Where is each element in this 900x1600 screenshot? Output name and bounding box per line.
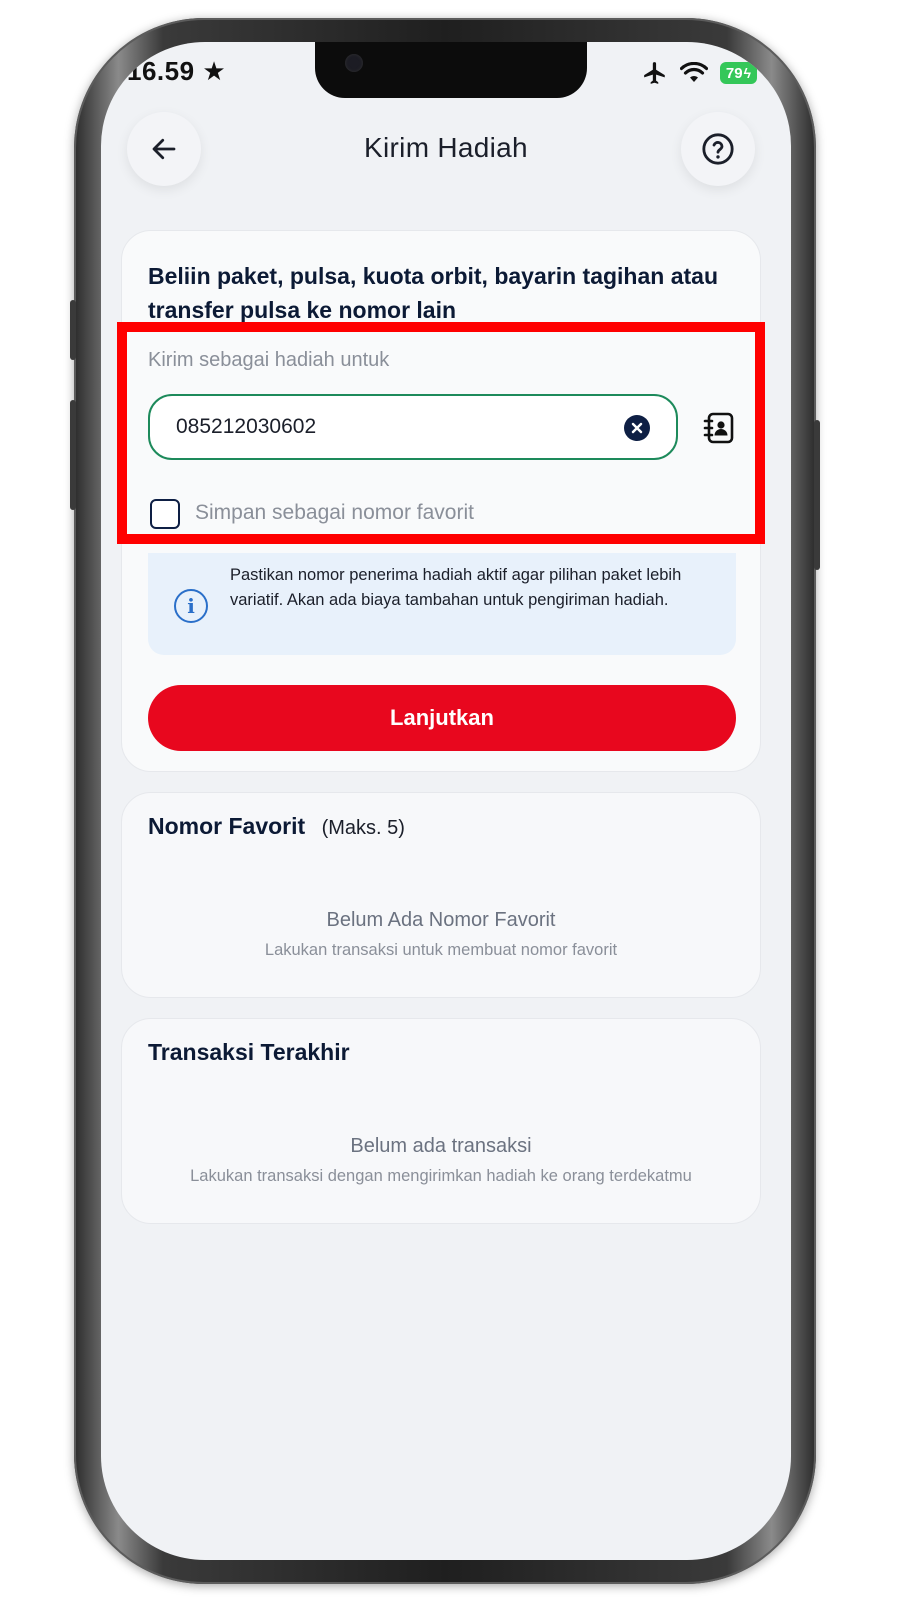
clear-icon[interactable] (624, 415, 650, 441)
save-favorite-label[interactable]: Simpan sebagai nomor favorit (195, 501, 474, 525)
transactions-empty-desc: Lakukan transaksi dengan mengirimkan had… (190, 1167, 692, 1185)
front-camera (345, 54, 363, 72)
favorites-limit: (Maks. 5) (321, 817, 405, 839)
recipient-label: Kirim sebagai hadiah untuk (148, 349, 390, 371)
side-button (70, 300, 76, 360)
info-notice: i Pastikan nomor penerima hadiah aktif a… (148, 553, 736, 655)
charging-icon: ϟ (743, 65, 751, 81)
notch (315, 42, 587, 98)
save-favorite-checkbox[interactable] (150, 499, 180, 529)
side-button (70, 400, 76, 510)
continue-button[interactable]: Lanjutkan (148, 685, 736, 751)
status-time: 16.59 ★ (127, 56, 226, 87)
info-icon: i (174, 589, 208, 623)
app-screen: 16.59 ★ 79 ϟ Kirim Hadiah Beliin paket, … (101, 42, 791, 1560)
contact-book-icon[interactable] (702, 411, 736, 445)
side-button (814, 420, 820, 570)
star-icon: ★ (202, 56, 227, 86)
status-indicators: 79 ϟ (642, 60, 757, 86)
phone-number-input[interactable] (148, 394, 678, 460)
battery-icon: 79 ϟ (719, 62, 757, 84)
favorites-empty-desc: Lakukan transaksi untuk membuat nomor fa… (264, 941, 618, 959)
favorites-card: Nomor Favorit (Maks. 5) Belum Ada Nomor … (121, 792, 761, 998)
gift-card: Beliin paket, pulsa, kuota orbit, bayari… (121, 230, 761, 772)
favorites-empty-title: Belum Ada Nomor Favorit (326, 909, 556, 931)
transactions-empty-title: Belum ada transaksi (350, 1135, 532, 1157)
main-heading: Beliin paket, pulsa, kuota orbit, bayari… (148, 263, 719, 323)
help-icon (702, 133, 734, 165)
status-time-text: 16.59 (127, 56, 195, 86)
battery-level: 79 (725, 64, 743, 82)
favorites-title: Nomor Favorit (Maks. 5) (148, 813, 405, 840)
transactions-title: Transaksi Terakhir (148, 1039, 350, 1065)
wifi-icon (679, 62, 708, 82)
favorites-title-text: Nomor Favorit (148, 813, 306, 839)
info-text: Pastikan nomor penerima hadiah aktif aga… (230, 566, 682, 609)
help-button[interactable] (681, 112, 755, 186)
airplane-icon (644, 62, 665, 84)
recent-transactions-card: Transaksi Terakhir Belum ada transaksi L… (121, 1018, 761, 1224)
